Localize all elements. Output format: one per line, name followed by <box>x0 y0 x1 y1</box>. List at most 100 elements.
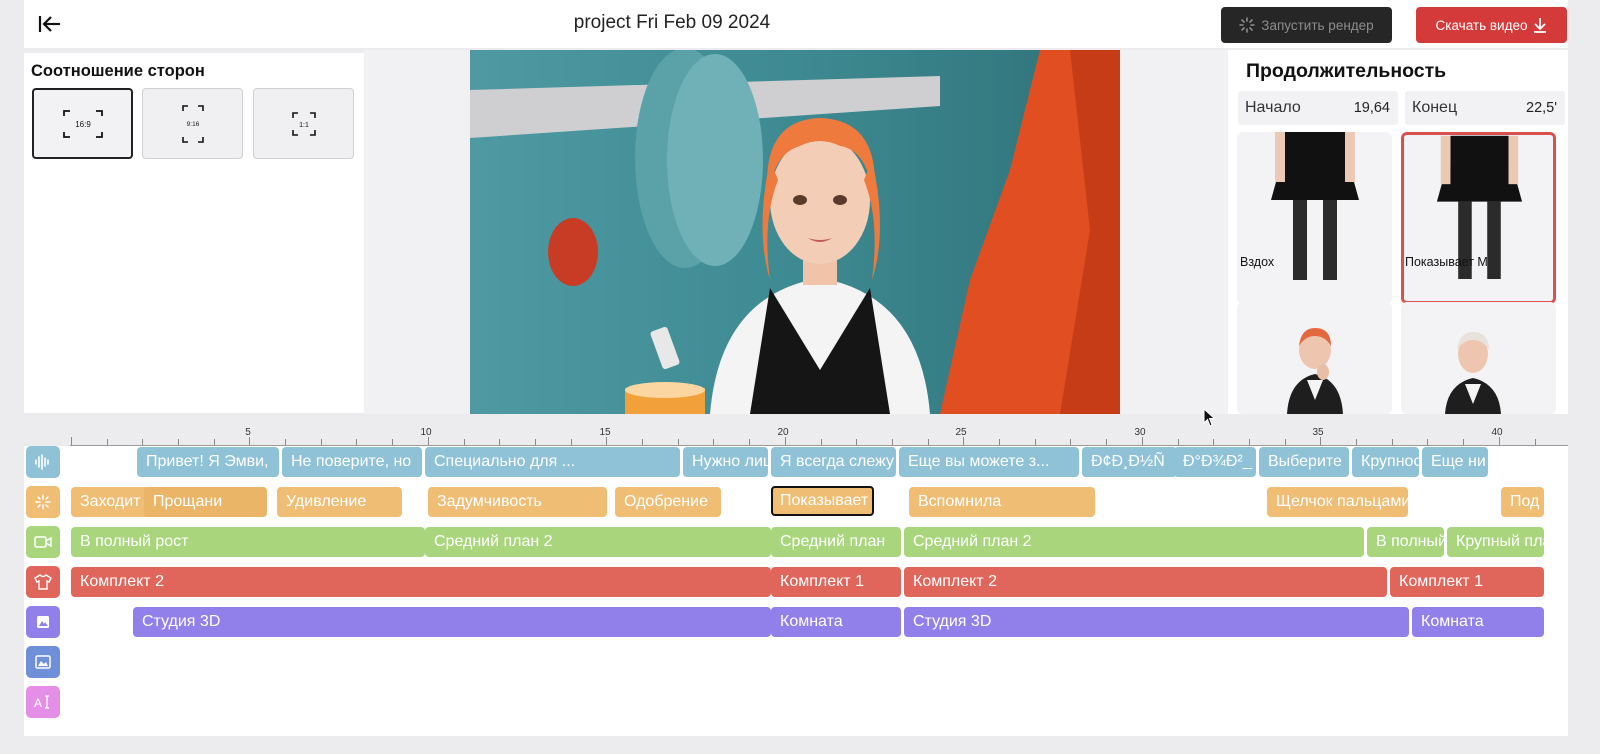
outfit-track-button[interactable] <box>26 566 60 598</box>
back-button[interactable] <box>36 10 64 38</box>
ruler-label: 15 <box>599 427 611 438</box>
start-time-value: 19,64 <box>1353 100 1390 116</box>
aspect-option-label: 9:16 <box>186 121 199 128</box>
aspect-ratio-title: Соотношение сторон <box>31 62 205 80</box>
aspect-option-label: 1:1 <box>299 122 309 129</box>
gesture-card[interactable] <box>1401 302 1556 414</box>
start-time-label: Начало <box>1245 99 1301 116</box>
ruler-tick <box>1499 437 1500 445</box>
scene-clip[interactable]: Комната <box>1412 607 1544 637</box>
project-title: project Fri Feb 09 2024 <box>573 12 771 33</box>
outfit-clip[interactable]: Комплект 2 <box>904 567 1387 597</box>
frame-16-9-icon: 16:9 <box>62 109 103 138</box>
speech-clip[interactable]: Ð°Ð¾Ð²_ <box>1174 447 1256 477</box>
top-bar: project Fri Feb 09 2024 Запустить рендер… <box>24 0 1568 48</box>
emotion-clip[interactable]: Щелчок пальцами <box>1267 487 1408 517</box>
camera-track-button[interactable] <box>26 526 60 558</box>
speech-clip[interactable]: Я всегда слежу <box>771 447 896 477</box>
video-camera-icon <box>34 536 52 548</box>
ruler-tick <box>428 437 429 445</box>
ruler-tick <box>963 437 964 445</box>
emotion-clip[interactable]: Одобрение <box>615 487 721 517</box>
emotion-clip-selected[interactable]: Показывает <box>771 486 874 516</box>
timeline-panel: A Привет! Я Эмви, Не поверите, но Специа… <box>24 446 1568 736</box>
download-video-button[interactable]: Скачать видео <box>1416 7 1567 43</box>
avatar-scene-image <box>470 50 1120 414</box>
emotion-clip[interactable]: Удивление <box>277 487 402 517</box>
camera-clip[interactable]: Средний план 2 <box>904 527 1364 557</box>
camera-clip[interactable]: В полный рост <box>71 527 425 557</box>
speech-clip[interactable]: Специально для ... <box>425 447 680 477</box>
frame-9-16-icon: 9:16 <box>181 104 204 143</box>
outfit-clip[interactable]: Комплект 2 <box>71 567 771 597</box>
outfit-clip[interactable]: Комплект 1 <box>1390 567 1544 597</box>
timeline-ruler[interactable]: 5 10 15 20 25 30 35 40 <box>70 424 1568 446</box>
end-time-label: Конец <box>1412 99 1458 116</box>
duration-panel: Продолжительность Начало 19,64 Конец 22,… <box>1228 50 1568 414</box>
outfit-clip[interactable]: Комплект 1 <box>771 567 901 597</box>
scene-track-button[interactable] <box>26 606 60 638</box>
ruler-label: 25 <box>955 427 967 438</box>
sparkle-icon <box>35 494 51 510</box>
emotion-clip[interactable]: Задумчивость <box>428 487 607 517</box>
scene-icon <box>37 616 49 628</box>
gesture-caption: Вздох <box>1240 255 1275 269</box>
image-icon <box>35 655 51 669</box>
arrow-left-icon <box>38 16 60 32</box>
gesture-preview-image <box>1237 302 1392 414</box>
ruler-label: 30 <box>1134 427 1146 438</box>
end-time-field[interactable]: Конец 22,5' <box>1405 91 1565 125</box>
svg-text:A: A <box>34 696 42 710</box>
gesture-preview-image <box>1237 132 1392 304</box>
duration-title: Продолжительность <box>1246 60 1447 82</box>
camera-clip[interactable]: Средний план <box>771 527 901 557</box>
ruler-label: 35 <box>1312 427 1324 438</box>
ruler-tick <box>249 437 250 445</box>
camera-clip[interactable]: В полный <box>1367 527 1444 557</box>
mouse-cursor-icon <box>1203 408 1216 427</box>
ruler-tick <box>1142 437 1143 445</box>
camera-clip[interactable]: Средний план 2 <box>425 527 771 557</box>
text-cursor-icon: A <box>34 695 49 710</box>
gesture-preview-image <box>1404 135 1553 301</box>
ruler-label: 20 <box>777 427 789 438</box>
text-track-button[interactable]: A <box>26 686 60 718</box>
gesture-card-selected[interactable] <box>1401 132 1556 304</box>
speech-clip[interactable]: Крупнос <box>1352 447 1419 477</box>
speech-track-button[interactable] <box>26 446 60 478</box>
camera-clip[interactable]: Крупный план <box>1447 527 1544 557</box>
sound-wave-icon <box>35 454 49 470</box>
aspect-option-label: 16:9 <box>75 120 91 129</box>
scene-clip[interactable]: Комната <box>771 607 901 637</box>
start-time-field[interactable]: Начало 19,64 <box>1238 91 1398 125</box>
emotion-track-button[interactable] <box>26 486 60 518</box>
aspect-16-9-button[interactable]: 16:9 <box>32 88 133 159</box>
ruler-tick <box>71 437 72 445</box>
ruler-tick <box>606 437 607 445</box>
start-render-button[interactable]: Запустить рендер <box>1221 7 1392 43</box>
scene-clip[interactable]: Студия 3D <box>133 607 771 637</box>
emotion-clip[interactable]: Под <box>1501 487 1544 517</box>
ruler-label: 40 <box>1491 427 1503 438</box>
image-track-button[interactable] <box>26 646 60 678</box>
emotion-clip[interactable]: Прощани <box>144 487 267 517</box>
speech-clip[interactable]: Ð¢Ð¸Ð½Ñ <box>1082 447 1177 477</box>
ruler-tick <box>1320 437 1321 445</box>
speech-clip[interactable]: Привет! Я Эмви, <box>137 447 279 477</box>
gesture-caption: Показывает М <box>1405 255 1488 269</box>
speech-clip[interactable]: Нужно лиш <box>683 447 768 477</box>
video-preview[interactable] <box>470 50 1120 414</box>
speech-clip[interactable]: Выберите <box>1259 447 1349 477</box>
gesture-card[interactable] <box>1237 302 1392 414</box>
speech-clip[interactable]: Еще вы можете з... <box>899 447 1079 477</box>
ruler-tick <box>785 437 786 445</box>
scene-clip[interactable]: Студия 3D <box>904 607 1409 637</box>
gesture-card[interactable] <box>1237 132 1392 304</box>
aspect-9-16-button[interactable]: 9:16 <box>142 88 243 159</box>
aspect-1-1-button[interactable]: 1:1 <box>253 88 354 159</box>
download-video-label: Скачать видео <box>1435 17 1528 33</box>
emotion-clip[interactable]: Вспомнила <box>909 487 1095 517</box>
speech-clip[interactable]: Еще ни <box>1422 447 1488 477</box>
speech-clip[interactable]: Не поверите, но <box>282 447 422 477</box>
ruler-label: 10 <box>420 427 432 438</box>
